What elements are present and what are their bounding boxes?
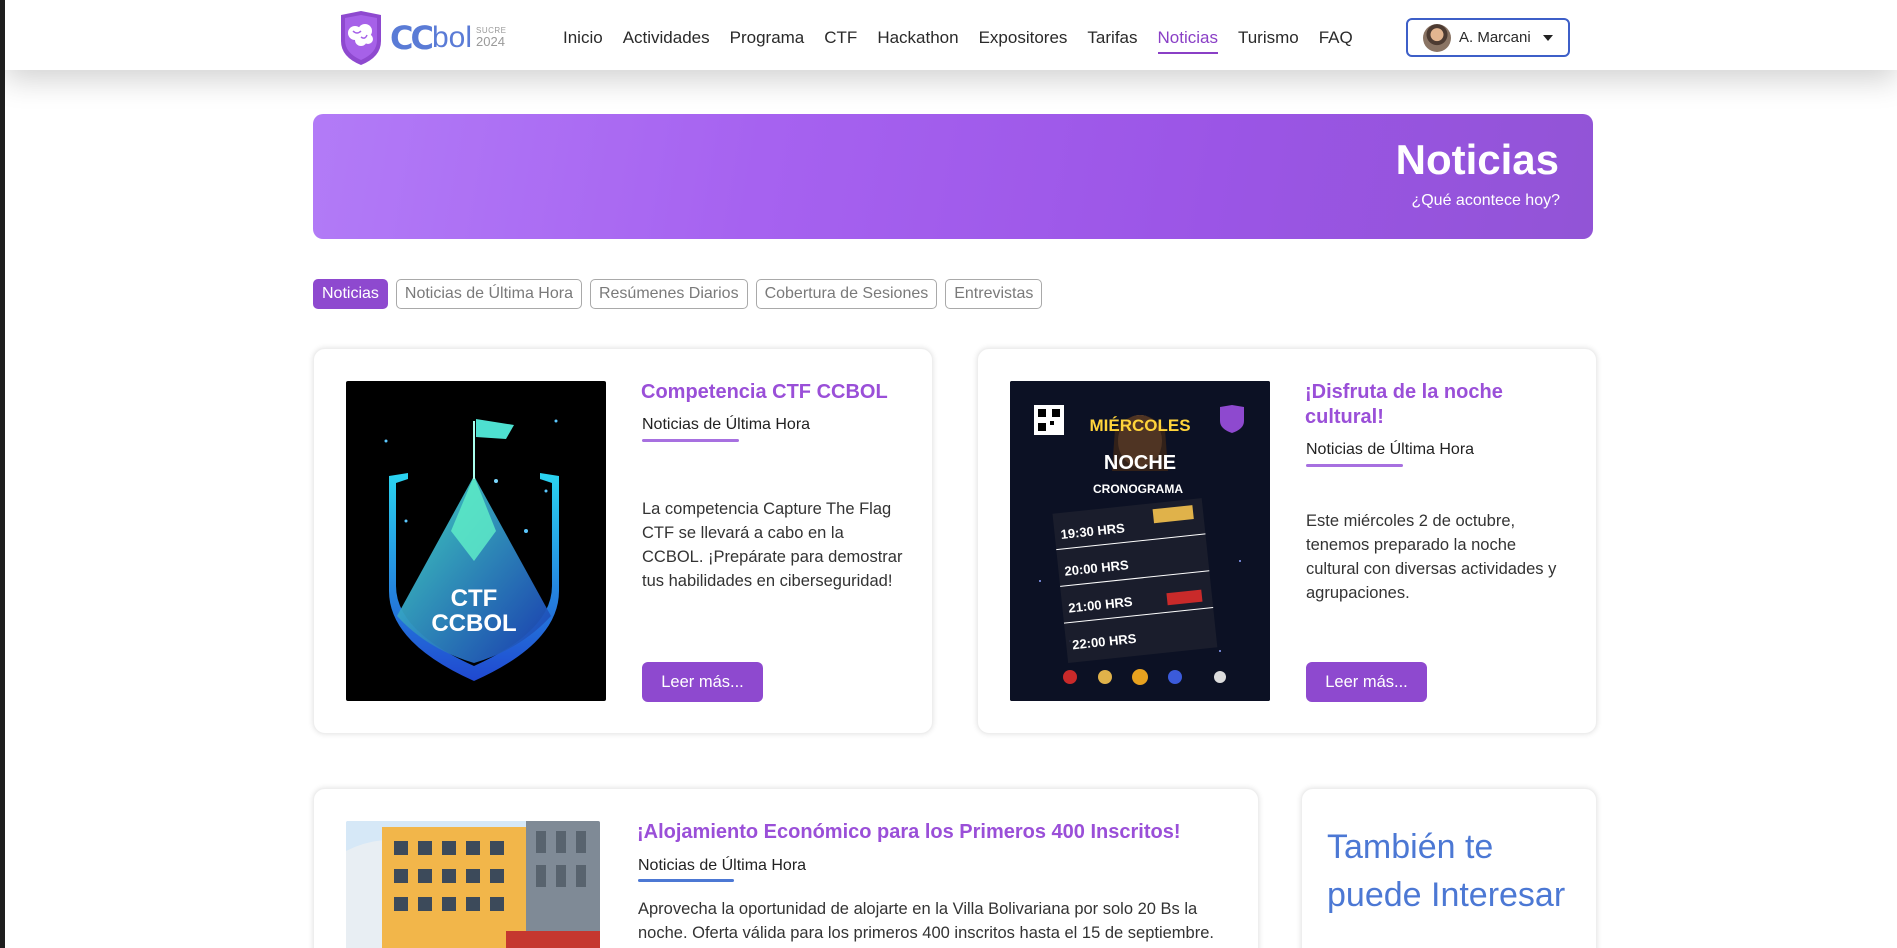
nav-turismo[interactable]: Turismo — [1238, 27, 1299, 54]
category-underline — [1306, 464, 1403, 467]
caret-down-icon — [1542, 34, 1553, 41]
filter-ultima-hora[interactable]: Noticias de Última Hora — [395, 279, 582, 309]
logo-cc: CC — [390, 18, 434, 57]
navbar: CC bol SUCRE 2024 Inicio Actividades Pro… — [5, 0, 1897, 70]
card-title[interactable]: Competencia CTF CCBOL — [641, 380, 911, 405]
related-sidebar: También te puede Interesar — [1301, 788, 1597, 948]
card-text: Este miércoles 2 de octubre, tenemos pre… — [1306, 512, 1557, 602]
poster-cronograma-text: CRONOGRAMA — [1093, 482, 1183, 496]
logo-bol: bol — [431, 20, 473, 54]
nav-tarifas[interactable]: Tarifas — [1087, 27, 1137, 54]
category-underline — [638, 879, 734, 882]
card-title[interactable]: ¡Disfruta de la noche cultural! — [1305, 380, 1545, 430]
user-menu-button[interactable]: A. Marcani — [1406, 18, 1570, 57]
filter-noticias[interactable]: Noticias — [313, 279, 388, 309]
nav-expositores[interactable]: Expositores — [979, 27, 1068, 54]
category-filters: Noticias Noticias de Última Hora Resúmen… — [313, 279, 1043, 309]
nav-ctf[interactable]: CTF — [824, 27, 857, 54]
related-title: También te puede Interesar — [1327, 828, 1566, 914]
card-text: La competencia Capture The Flag CTF se l… — [642, 500, 903, 590]
avatar — [1423, 23, 1451, 52]
main-menu: Inicio Actividades Programa CTF Hackatho… — [563, 27, 1373, 54]
nav-inicio[interactable]: Inicio — [563, 27, 603, 54]
nav-faq[interactable]: FAQ — [1319, 27, 1353, 54]
hero-banner: Noticias ¿Qué acontece hoy? — [313, 114, 1593, 239]
cultural-night-poster-image[interactable]: MIÉRCOLES NOCHE CRONOGRAMA 19:30 HRS 20:… — [1010, 381, 1270, 701]
category-underline — [642, 439, 739, 442]
filter-resumenes[interactable]: Resúmenes Diarios — [589, 279, 748, 309]
read-more-button[interactable]: Leer más... — [642, 662, 763, 702]
nav-hackathon[interactable]: Hackathon — [877, 27, 958, 54]
read-more-button[interactable]: Leer más... — [1306, 662, 1427, 702]
user-name: A. Marcani — [1459, 29, 1531, 46]
page-subtitle: ¿Qué acontece hoy? — [1411, 192, 1560, 209]
site-logo[interactable]: CC bol SUCRE 2024 — [337, 10, 507, 65]
card-category: Noticias de Última Hora — [638, 857, 807, 874]
card-category: Noticias de Última Hora — [1306, 441, 1475, 458]
logo-year: 2024 — [476, 34, 505, 49]
card-category: Noticias de Última Hora — [642, 416, 811, 433]
card-text: Aprovecha la oportunidad de alojarte en … — [638, 900, 1214, 942]
news-card: ¡Alojamiento Económico para los Primeros… — [313, 788, 1259, 948]
nav-noticias[interactable]: Noticias — [1157, 27, 1218, 54]
card-title[interactable]: ¡Alojamiento Económico para los Primeros… — [637, 820, 1237, 845]
filter-cobertura[interactable]: Cobertura de Sesiones — [755, 279, 938, 309]
nav-actividades[interactable]: Actividades — [623, 27, 710, 54]
page: CC bol SUCRE 2024 Inicio Actividades Pro… — [5, 0, 1897, 948]
brain-shield-icon — [341, 10, 381, 65]
ctf-poster-text-ctf: CTF — [451, 585, 498, 612]
poster-miercoles-text: MIÉRCOLES — [1089, 416, 1190, 435]
filter-entrevistas[interactable]: Entrevistas — [945, 279, 1043, 309]
news-card: MIÉRCOLES NOCHE CRONOGRAMA 19:30 HRS 20:… — [977, 348, 1597, 734]
poster-noche-text: NOCHE — [1104, 452, 1176, 474]
news-card: CTF CCBOL Competencia CTF CCBOL Noticias… — [313, 348, 933, 734]
page-title: Noticias — [1395, 136, 1559, 183]
ctf-poster-image[interactable]: CTF CCBOL — [346, 381, 606, 701]
hotel-building-image[interactable] — [346, 821, 600, 948]
ctf-poster-text-ccbol: CCBOL — [431, 610, 516, 637]
nav-programa[interactable]: Programa — [730, 27, 805, 54]
